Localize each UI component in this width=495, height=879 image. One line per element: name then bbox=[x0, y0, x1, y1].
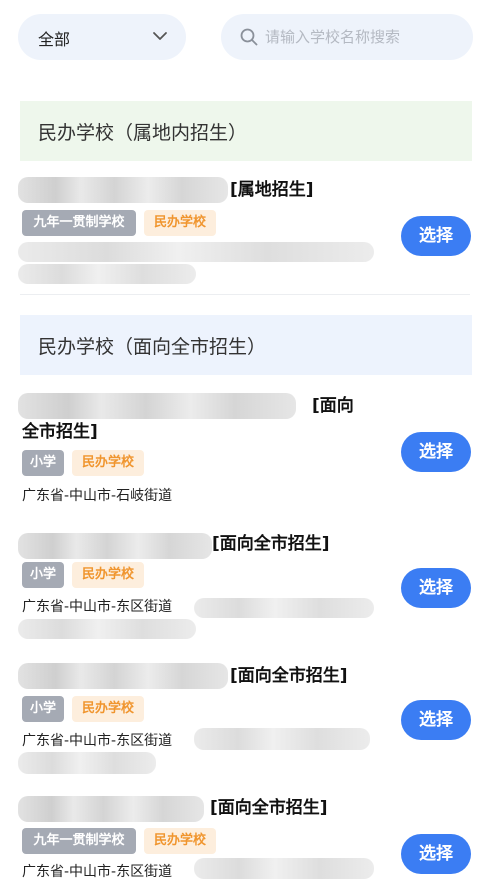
select-school-button[interactable]: 选择 bbox=[401, 568, 471, 608]
school-nature-tag: 民办学校 bbox=[144, 210, 216, 236]
school-name-redacted bbox=[18, 177, 228, 203]
school-admission-scope: [面向全市招生] bbox=[210, 798, 328, 818]
search-box[interactable] bbox=[221, 14, 473, 60]
school-list-item: [面向全市招生] 九年一贯制学校 民办学校 广东省-中山市-东区街道 选择 bbox=[0, 793, 495, 879]
school-nature-tag: 民办学校 bbox=[72, 450, 144, 476]
school-address-redacted bbox=[18, 619, 196, 639]
school-address: 广东省-中山市-东区街道 bbox=[22, 599, 173, 615]
divider bbox=[20, 294, 470, 295]
select-school-button[interactable]: 选择 bbox=[401, 216, 471, 256]
select-school-button[interactable]: 选择 bbox=[401, 834, 471, 874]
category-select[interactable]: 全部 bbox=[18, 14, 186, 60]
school-list-item: [面向全市招生] 小学 民办学校 广东省-中山市-东区街道 选择 bbox=[0, 660, 495, 778]
section-header-citywide: 民办学校（面向全市招生） bbox=[20, 315, 472, 375]
school-address-redacted bbox=[194, 728, 370, 750]
search-icon bbox=[240, 28, 258, 46]
school-address-redacted bbox=[194, 858, 374, 879]
school-name-redacted bbox=[18, 796, 204, 822]
school-type-tag: 小学 bbox=[22, 450, 64, 476]
school-address-redacted bbox=[18, 752, 156, 774]
filter-bar: 全部 bbox=[0, 0, 495, 80]
school-type-tag: 九年一贯制学校 bbox=[22, 828, 136, 854]
school-list-item: [面向 全市招生] 小学 民办学校 广东省-中山市-石岐街道 选择 bbox=[0, 390, 495, 510]
school-address-redacted bbox=[194, 598, 374, 618]
school-list-item: [面向全市招生] 小学 民办学校 广东省-中山市-东区街道 选择 bbox=[0, 528, 495, 643]
select-school-button[interactable]: 选择 bbox=[401, 700, 471, 740]
school-type-tag: 九年一贯制学校 bbox=[22, 210, 136, 236]
school-nature-tag: 民办学校 bbox=[72, 696, 144, 722]
school-nature-tag: 民办学校 bbox=[72, 562, 144, 588]
category-select-value: 全部 bbox=[38, 30, 71, 49]
school-address: 广东省-中山市-石岐街道 bbox=[22, 488, 173, 504]
school-address-redacted bbox=[18, 242, 374, 262]
school-address-redacted bbox=[18, 264, 196, 284]
section-title: 民办学校（属地内招生） bbox=[38, 122, 248, 144]
school-type-tag: 小学 bbox=[22, 696, 64, 722]
school-admission-scope: [面向全市招生] bbox=[212, 534, 330, 554]
section-title: 民办学校（面向全市招生） bbox=[38, 336, 267, 358]
school-name-redacted bbox=[18, 533, 212, 559]
search-input[interactable] bbox=[265, 14, 465, 60]
select-school-button[interactable]: 选择 bbox=[401, 432, 471, 472]
school-list-item: [属地招生] 九年一贯制学校 民办学校 选择 bbox=[0, 172, 495, 290]
school-admission-scope: [属地招生] bbox=[230, 180, 314, 200]
school-admission-scope: [面向全市招生] bbox=[230, 666, 348, 686]
school-type-tag: 小学 bbox=[22, 562, 64, 588]
school-name-redacted bbox=[18, 663, 228, 689]
school-nature-tag: 民办学校 bbox=[144, 828, 216, 854]
school-address: 广东省-中山市-东区街道 bbox=[22, 864, 173, 879]
school-name-redacted bbox=[18, 393, 296, 419]
school-address: 广东省-中山市-东区街道 bbox=[22, 733, 173, 749]
school-admission-scope: [面向 bbox=[312, 396, 354, 416]
chevron-down-icon bbox=[153, 32, 167, 40]
section-header-local: 民办学校（属地内招生） bbox=[20, 101, 472, 161]
school-admission-scope-line2: 全市招生] bbox=[22, 422, 98, 442]
